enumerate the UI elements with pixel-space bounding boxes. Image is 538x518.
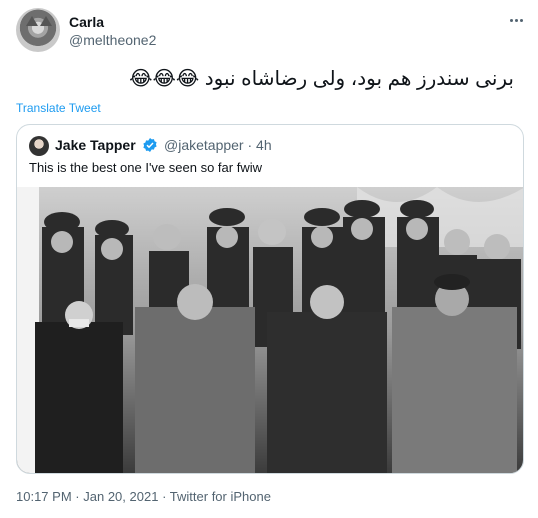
more-options-button[interactable]: [508, 12, 524, 28]
tweet-time-link[interactable]: 10:17 PM · Jan 20, 2021: [16, 489, 162, 504]
quoted-meta: @jaketapper · 4h: [164, 137, 272, 153]
tweet-date: Jan 20, 2021: [83, 489, 159, 504]
avatar-cat-ear-left: [26, 16, 38, 26]
tweet-time: 10:17 PM: [16, 489, 72, 504]
quoted-author-avatar[interactable]: [29, 136, 49, 156]
tweet-footer: 10:17 PM · Jan 20, 2021 · Twitter for iP…: [16, 489, 271, 504]
more-dots-icon: [514, 18, 518, 22]
more-dots-icon: [509, 18, 513, 22]
footer-separator: ·: [75, 489, 80, 504]
author-handle[interactable]: @meltheone2: [69, 32, 156, 48]
quoted-time[interactable]: 4h: [256, 137, 272, 153]
more-dots-icon: [519, 18, 523, 22]
author-avatar[interactable]: [16, 8, 60, 52]
verified-badge-icon: [143, 138, 157, 152]
tweet-client-link[interactable]: Twitter for iPhone: [170, 489, 271, 504]
quoted-tweet-text: This is the best one I've seen so far fw…: [29, 160, 262, 175]
quoted-photo[interactable]: [17, 187, 524, 474]
quoted-separator: ·: [247, 137, 253, 153]
quoted-author-handle[interactable]: @jaketapper: [164, 137, 244, 153]
quoted-author-name[interactable]: Jake Tapper: [55, 137, 136, 153]
translate-tweet-link[interactable]: Translate Tweet: [16, 101, 101, 115]
tweet-card: Carla @meltheone2 برنی سندرز هم بود، ولی…: [0, 0, 538, 518]
author-name[interactable]: Carla: [69, 14, 104, 30]
quoted-tweet[interactable]: Jake Tapper @jaketapper · 4h This is the…: [16, 124, 524, 474]
footer-separator: ·: [162, 489, 167, 504]
tweet-text: برنی سندرز هم بود، ولی رضاشاه نبود 😂😂😂: [129, 68, 514, 90]
avatar-cat-ear-right: [40, 16, 52, 26]
